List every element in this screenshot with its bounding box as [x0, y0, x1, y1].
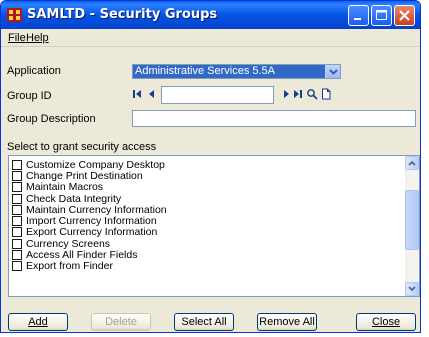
security-access-label: Select to grant security access [7, 141, 157, 153]
scroll-down-button[interactable] [405, 282, 419, 296]
security-item[interactable]: Currency Screens [9, 237, 405, 250]
close-icon [399, 10, 410, 21]
close-button[interactable]: Close [356, 313, 416, 331]
security-groups-window: SAMLTD - Security Groups File Help Appli… [0, 0, 421, 333]
menu-file[interactable]: File [8, 32, 26, 44]
security-item-label: Change Print Destination [26, 169, 143, 182]
maximize-icon [376, 10, 387, 20]
checkbox[interactable] [12, 204, 22, 215]
application-value: Administrative Services 5.5A [135, 65, 275, 77]
checkbox[interactable] [12, 193, 22, 204]
security-item[interactable]: Maintain Currency Information [9, 203, 405, 216]
last-record-icon[interactable] [292, 88, 304, 100]
chevron-down-icon [329, 69, 338, 75]
minimize-button[interactable] [348, 5, 369, 26]
security-item[interactable]: Import Currency Information [9, 215, 405, 228]
security-item-label: Currency Screens [26, 237, 111, 250]
checkbox[interactable] [12, 261, 22, 272]
new-record-icon[interactable] [320, 88, 332, 100]
close-window-button[interactable] [394, 5, 415, 26]
checkbox[interactable] [12, 159, 22, 170]
group-id-input[interactable] [161, 86, 274, 104]
chevron-up-icon [408, 160, 416, 166]
next-record-icon[interactable] [280, 88, 292, 100]
security-item-label: Maintain Currency Information [26, 203, 167, 216]
remove-all-button[interactable]: Remove All [257, 313, 317, 331]
security-item[interactable]: Customize Company Desktop [9, 158, 405, 171]
title-bar[interactable]: SAMLTD - Security Groups [1, 1, 420, 29]
security-item-label: Export Currency Information [26, 226, 158, 239]
select-all-button[interactable]: Select All [174, 313, 234, 331]
previous-record-icon[interactable] [146, 88, 158, 100]
checkbox[interactable] [12, 238, 22, 249]
checkbox[interactable] [12, 227, 22, 238]
security-access-list[interactable]: Customize Company Desktop Change Print De… [8, 155, 420, 297]
group-id-label: Group ID [7, 90, 52, 102]
application-label: Application [7, 65, 61, 77]
minimize-icon [354, 18, 361, 20]
add-button[interactable]: Add [8, 313, 68, 331]
security-item[interactable]: Access All Finder Fields [9, 249, 405, 262]
group-description-input[interactable] [132, 110, 416, 127]
security-item[interactable]: Export from Finder [9, 260, 405, 273]
checkbox[interactable] [12, 250, 22, 261]
checkbox[interactable] [12, 170, 22, 181]
dropdown-button[interactable] [325, 65, 340, 78]
app-icon [7, 8, 22, 22]
security-item[interactable]: Check Data Integrity [9, 192, 405, 205]
delete-button[interactable]: Delete [91, 313, 151, 331]
checkbox[interactable] [12, 182, 22, 193]
security-item-label: Check Data Integrity [26, 192, 122, 205]
scroll-up-button[interactable] [405, 156, 419, 170]
scrollbar[interactable] [405, 156, 419, 296]
scroll-thumb[interactable] [405, 190, 419, 250]
security-item[interactable]: Change Print Destination [9, 169, 405, 182]
first-record-icon[interactable] [132, 88, 144, 100]
security-items: Customize Company Desktop Change Print De… [9, 159, 405, 272]
checkbox[interactable] [12, 216, 22, 227]
finder-search-icon[interactable] [306, 88, 318, 100]
chevron-down-icon [408, 286, 416, 292]
application-select[interactable]: Administrative Services 5.5A [132, 64, 341, 79]
maximize-button[interactable] [371, 5, 392, 26]
menu-bar: File Help [1, 29, 420, 47]
security-item-label: Maintain Macros [26, 181, 104, 194]
security-item-label: Export from Finder [26, 260, 113, 273]
security-item-label: Access All Finder Fields [26, 249, 138, 262]
group-description-label: Group Description [7, 113, 96, 125]
window-title: SAMLTD - Security Groups [27, 7, 218, 22]
security-item-label: Customize Company Desktop [26, 158, 165, 171]
menu-help[interactable]: Help [26, 32, 49, 44]
security-item-label: Import Currency Information [26, 215, 157, 228]
security-item[interactable]: Maintain Macros [9, 181, 405, 194]
security-item[interactable]: Export Currency Information [9, 226, 405, 239]
